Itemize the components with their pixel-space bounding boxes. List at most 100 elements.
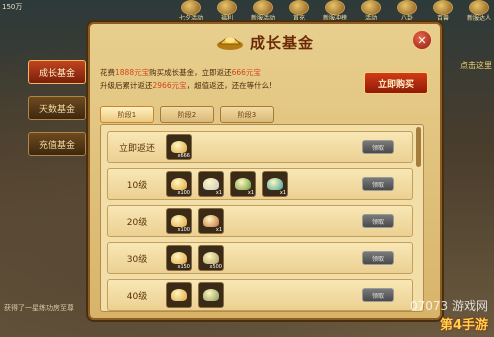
reward-row: 立即返还 x666 领取 <box>107 131 413 163</box>
reward-item-count: x100 <box>177 227 190 233</box>
watermark-line-1: 07073 游戏网 <box>410 299 488 313</box>
reward-row: 40级 领取 <box>107 279 413 311</box>
info-line-2: 升级后累计返还2966元宝，超值返还，还在等什么! <box>100 79 350 92</box>
reward-row: 10级 x100 x1 x1 x1 领取 <box>107 168 413 200</box>
side-tab-growth-fund[interactable]: 成长基金 <box>28 60 86 84</box>
reward-item-icon <box>171 252 187 264</box>
reward-item-count: x1 <box>247 190 254 196</box>
reward-item-icon <box>171 178 187 190</box>
reward-item-slot[interactable]: x500 <box>198 245 224 271</box>
panel-header: 成长基金 ✕ <box>90 24 440 60</box>
reward-item-icon <box>203 289 219 301</box>
info-text: 立即返还 <box>201 68 232 77</box>
reward-item-count: x1 <box>215 190 222 196</box>
reward-item-icon <box>203 215 219 227</box>
activity-icon-7[interactable]: 百兽 <box>428 0 458 22</box>
reward-level: 30级 <box>126 254 148 265</box>
reward-item-slot[interactable]: x150 <box>166 245 192 271</box>
reward-row: 20级 x100 x1 领取 <box>107 205 413 237</box>
reward-item-count: x1 <box>215 227 222 233</box>
tab-stage-1[interactable]: 阶段1 <box>100 106 154 123</box>
reward-level: 立即返还 <box>118 143 155 154</box>
tab-stage-3[interactable]: 阶段3 <box>220 106 274 123</box>
reward-item-slot[interactable] <box>166 282 192 308</box>
reward-item-icon <box>235 178 251 190</box>
info-text: ，超值返还，还在等什么! <box>186 81 273 90</box>
reward-items: x666 <box>166 134 362 160</box>
activity-orb-icon <box>217 0 237 15</box>
reward-item-count: x500 <box>209 264 222 270</box>
activity-label: 七夕活动 <box>178 15 203 22</box>
reward-item-slot[interactable]: x1 <box>198 208 224 234</box>
claim-button[interactable]: 领取 <box>362 288 394 302</box>
reward-item-icon <box>203 178 219 190</box>
buy-now-button[interactable]: 立即购买 <box>364 72 428 94</box>
scrollbar-thumb[interactable] <box>416 127 421 167</box>
side-tab-label: 充值基金 <box>38 140 75 151</box>
claim-button[interactable]: 领取 <box>362 214 394 228</box>
tab-stage-2[interactable]: 阶段2 <box>160 106 214 123</box>
reward-level: 10级 <box>126 180 148 191</box>
activity-icon-8[interactable]: 新服达人 <box>464 0 494 22</box>
activity-orb-icon <box>361 0 381 15</box>
hp-readout: 150万 <box>2 3 23 11</box>
activity-label: 八卦 <box>400 15 413 22</box>
activity-orb-icon <box>397 0 417 15</box>
reward-item-slot[interactable]: x1 <box>230 171 256 197</box>
reward-items: x100 x1 <box>166 208 362 234</box>
activity-label: 活动 <box>364 15 377 22</box>
reward-items <box>166 282 362 308</box>
reward-item-slot[interactable]: x100 <box>166 208 192 234</box>
activity-orb-icon <box>289 0 309 15</box>
activity-icon-6[interactable]: 八卦 <box>392 0 422 22</box>
activity-orb-icon <box>181 0 201 15</box>
panel-title: 成长基金 <box>249 33 314 52</box>
activity-label: 新服冲榜 <box>322 15 347 22</box>
fund-description: 花费1888元宝购买成长基金，立即返还666元宝 升级后累计返还2966元宝，超… <box>100 66 350 92</box>
activity-icon-1[interactable]: 福利 <box>212 0 242 22</box>
reward-item-count: x666 <box>177 153 190 159</box>
activity-label: 百兽 <box>436 15 449 22</box>
side-tab-days-fund[interactable]: 天数基金 <box>28 96 86 120</box>
reward-items: x150 x500 <box>166 245 362 271</box>
reward-item-slot[interactable]: x100 <box>166 171 192 197</box>
side-tab-label: 天数基金 <box>38 104 75 115</box>
reward-item-count: x100 <box>177 190 190 196</box>
reward-item-slot[interactable]: x666 <box>166 134 192 160</box>
info-text: 购买成长基金， <box>149 68 202 77</box>
close-icon: ✕ <box>417 33 427 47</box>
side-tab-recharge-fund[interactable]: 充值基金 <box>28 132 86 156</box>
claim-button[interactable]: 领取 <box>362 177 394 191</box>
reward-items: x100 x1 x1 x1 <box>166 171 362 197</box>
activity-icon-0[interactable]: 七夕活动 <box>176 0 206 22</box>
fund-side-tabs: 成长基金 天数基金 充值基金 <box>28 60 86 168</box>
top-activity-bar: 七夕活动 福利 新服活动 首充 新服冲榜 活动 八卦 百兽 新服达人 <box>170 0 494 22</box>
info-return: 666元宝 <box>231 68 261 77</box>
close-button[interactable]: ✕ <box>412 30 432 50</box>
reward-item-slot[interactable]: x1 <box>262 171 288 197</box>
activity-label: 首充 <box>292 15 305 22</box>
claim-button[interactable]: 领取 <box>362 251 394 265</box>
info-text: 升级后累计返还 <box>100 81 153 90</box>
activity-label: 福利 <box>220 15 233 22</box>
claim-button[interactable]: 领取 <box>362 140 394 154</box>
right-hint-text[interactable]: 点击这里 <box>460 60 492 71</box>
gold-ingot-icon <box>216 37 243 50</box>
activity-icon-3[interactable]: 首充 <box>284 0 314 22</box>
reward-item-slot[interactable]: x1 <box>198 171 224 197</box>
activity-orb-icon <box>433 0 453 15</box>
activity-icon-5[interactable]: 活动 <box>356 0 386 22</box>
reward-item-count: x150 <box>177 264 190 270</box>
activity-icon-4[interactable]: 新服冲榜 <box>320 0 350 22</box>
reward-row: 30级 x150 x500 领取 <box>107 242 413 274</box>
stage-tabs: 阶段1 阶段2 阶段3 <box>100 106 274 123</box>
reward-item-count: x1 <box>279 190 286 196</box>
reward-item-icon <box>171 141 187 153</box>
info-line-1: 花费1888元宝购买成长基金，立即返还666元宝 <box>100 66 350 79</box>
reward-item-slot[interactable] <box>198 282 224 308</box>
activity-orb-icon <box>469 0 489 15</box>
activity-icon-2[interactable]: 新服活动 <box>248 0 278 22</box>
reward-item-icon <box>171 215 187 227</box>
reward-level: 20级 <box>126 217 148 228</box>
activity-label: 新服达人 <box>466 15 491 22</box>
